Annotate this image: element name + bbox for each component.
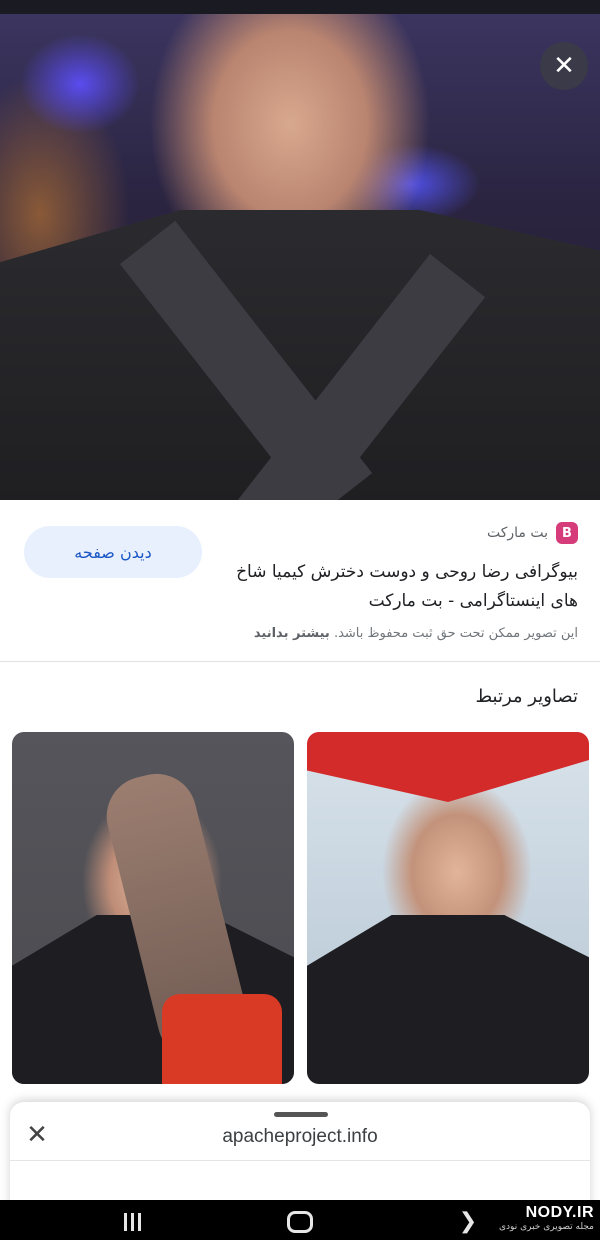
thumbnail-shirt [307,915,589,1084]
source-card: دیدن صفحه B بت مارکت بیوگرافی رضا روحی و… [0,500,600,662]
recents-icon [123,1213,141,1231]
back-button[interactable]: ❯ [438,1208,498,1236]
watermark-logo: NODY.IR [525,1204,594,1221]
learn-more-link[interactable]: بیشتر بدانید [254,626,330,641]
related-image-thumbnail[interactable] [307,732,589,1084]
recents-button[interactable] [102,1208,162,1236]
visit-page-button[interactable]: دیدن صفحه [24,526,202,578]
close-viewer-button[interactable]: ✕ [540,42,588,90]
site-name: بت مارکت [486,525,548,541]
bottom-sheet: ✕ apacheproject.info [10,1102,590,1212]
sheet-divider [10,1160,590,1161]
home-button[interactable] [270,1208,330,1236]
thumbnail-red-object [162,994,282,1084]
sheet-drag-handle[interactable] [274,1112,328,1117]
sheet-url: apacheproject.info [222,1126,378,1147]
home-icon [287,1211,313,1233]
status-bar [0,0,600,14]
related-image-thumbnail[interactable] [12,732,294,1084]
thumbnail-umbrella [307,732,589,802]
close-icon: ✕ [553,51,575,81]
site-favicon: B [556,522,578,544]
site-info[interactable]: B بت مارکت [487,522,578,544]
watermark: NODY.IR مجله تصویری خبری نودی [499,1204,594,1232]
copyright-text: این تصویر ممکن تحت حق ثبت محفوظ باشد. [333,626,578,641]
watermark-tagline: مجله تصویری خبری نودی [499,1222,594,1232]
related-images-heading: تصاویر مرتبط [475,686,578,707]
page-title[interactable]: بیوگرافی رضا روحی و دوست دخترش کیمیا شاخ… [218,558,578,616]
hero-image[interactable]: ✕ [0,14,600,550]
copyright-notice: این تصویر ممکن تحت حق ثبت محفوظ باشد. بی… [18,626,578,641]
image-viewer-screen: ✕ دیدن صفحه B بت مارکت بیوگرافی رضا روحی… [0,0,600,1240]
back-icon: ❯ [458,1209,478,1234]
